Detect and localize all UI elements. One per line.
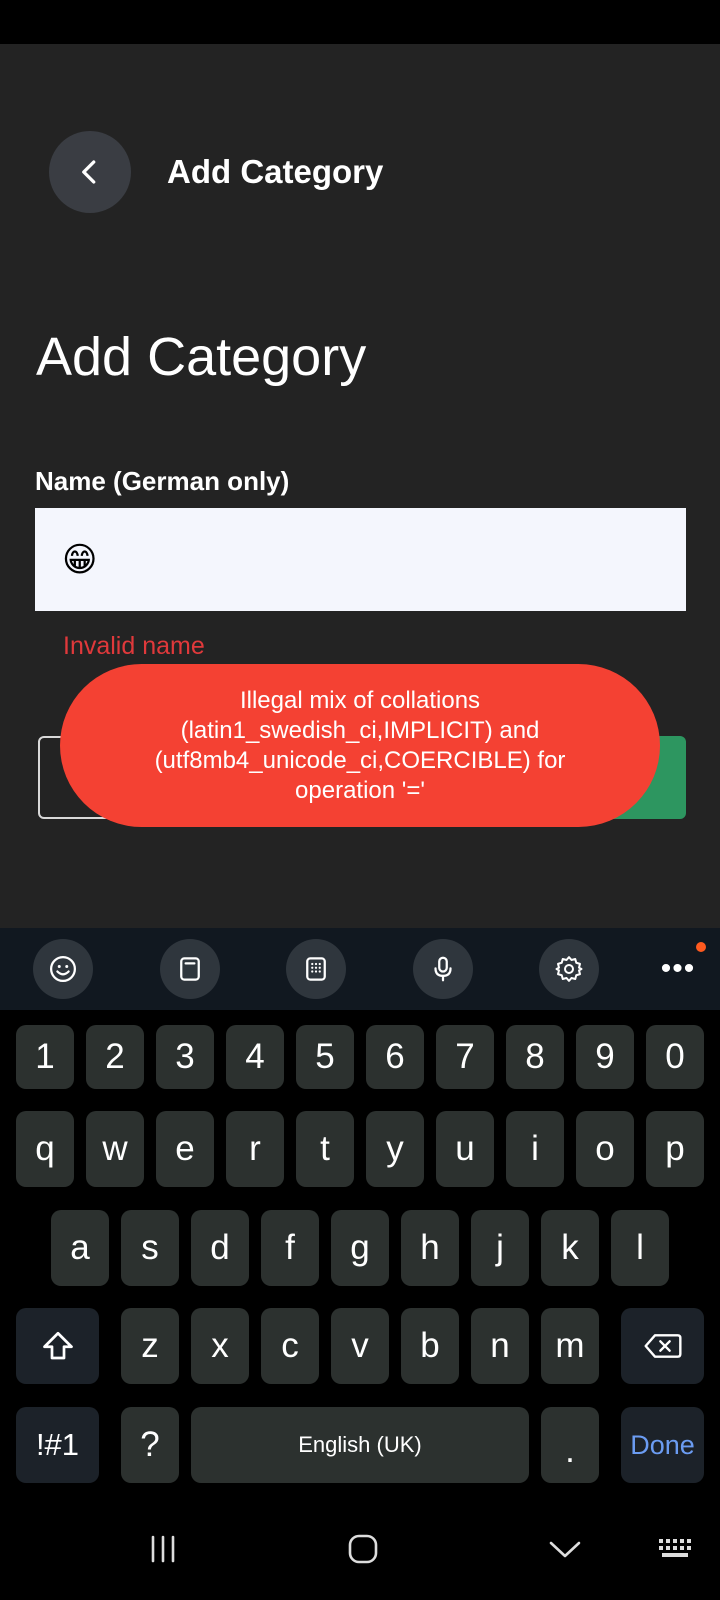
- more-button[interactable]: •••: [660, 952, 696, 985]
- back-nav-button[interactable]: [535, 1524, 595, 1574]
- key-k[interactable]: k: [541, 1210, 599, 1286]
- key-u[interactable]: u: [436, 1111, 494, 1187]
- key-c[interactable]: c: [261, 1308, 319, 1384]
- emoji-icon: [50, 956, 76, 982]
- shift-icon: [42, 1331, 73, 1360]
- key-h[interactable]: h: [401, 1210, 459, 1286]
- key-8[interactable]: 8: [506, 1025, 564, 1089]
- key-y[interactable]: y: [366, 1111, 424, 1187]
- key-n[interactable]: n: [471, 1308, 529, 1384]
- key-j[interactable]: j: [471, 1210, 529, 1286]
- key-7[interactable]: 7: [436, 1025, 494, 1089]
- question-mark-key[interactable]: ?: [121, 1407, 179, 1483]
- recent-apps-button[interactable]: [133, 1524, 193, 1574]
- keyboard: 1 2 3 4 5 6 7 8 9 0 q w e r t y u i o p …: [0, 1010, 720, 1502]
- key-z[interactable]: z: [121, 1308, 179, 1384]
- app-screen: Add Category Add Category Name (German o…: [0, 44, 720, 928]
- key-m[interactable]: m: [541, 1308, 599, 1384]
- microphone-icon: [434, 956, 452, 982]
- key-i[interactable]: i: [506, 1111, 564, 1187]
- key-g[interactable]: g: [331, 1210, 389, 1286]
- home-button[interactable]: [333, 1524, 393, 1574]
- period-key[interactable]: .: [541, 1407, 599, 1483]
- clipboard-button[interactable]: [160, 939, 220, 999]
- recent-apps-icon: [151, 1535, 175, 1563]
- key-s[interactable]: s: [121, 1210, 179, 1286]
- backspace-key[interactable]: [621, 1308, 704, 1384]
- key-f[interactable]: f: [261, 1210, 319, 1286]
- keyboard-settings-button[interactable]: [539, 939, 599, 999]
- name-field-label: Name (German only): [35, 466, 290, 496]
- home-icon: [348, 1534, 378, 1564]
- clipboard-icon: [180, 957, 200, 981]
- more-icon: •••: [660, 952, 696, 985]
- navigation-bar: [0, 1502, 720, 1600]
- space-key[interactable]: English (UK): [191, 1407, 529, 1483]
- keypad-icon: [306, 957, 326, 981]
- key-0[interactable]: 0: [646, 1025, 704, 1089]
- voice-input-button[interactable]: [413, 939, 473, 999]
- page-title: Add Category: [36, 327, 367, 387]
- key-e[interactable]: e: [156, 1111, 214, 1187]
- key-r[interactable]: r: [226, 1111, 284, 1187]
- keyboard-toolbar: •••: [0, 928, 720, 1010]
- key-l[interactable]: l: [611, 1210, 669, 1286]
- key-v[interactable]: v: [331, 1308, 389, 1384]
- keyboard-switch-button[interactable]: [652, 1524, 702, 1574]
- key-5[interactable]: 5: [296, 1025, 354, 1089]
- status-bar: [0, 0, 720, 44]
- key-d[interactable]: d: [191, 1210, 249, 1286]
- chevron-left-icon: [82, 160, 96, 184]
- done-key[interactable]: Done: [621, 1407, 704, 1483]
- notification-dot: [696, 942, 706, 952]
- error-toast-message: Illegal mix of collations (latin1_swedis…: [154, 686, 566, 804]
- key-x[interactable]: x: [191, 1308, 249, 1384]
- key-1[interactable]: 1: [16, 1025, 74, 1089]
- header-title: Add Category: [167, 153, 384, 190]
- backspace-icon: [643, 1334, 682, 1358]
- key-3[interactable]: 3: [156, 1025, 214, 1089]
- key-9[interactable]: 9: [576, 1025, 634, 1089]
- key-p[interactable]: p: [646, 1111, 704, 1187]
- key-2[interactable]: 2: [86, 1025, 144, 1089]
- name-input[interactable]: 😁: [35, 508, 686, 611]
- key-o[interactable]: o: [576, 1111, 634, 1187]
- key-t[interactable]: t: [296, 1111, 354, 1187]
- key-b[interactable]: b: [401, 1308, 459, 1384]
- name-error-message: Invalid name: [63, 632, 205, 660]
- shift-key[interactable]: [16, 1308, 99, 1384]
- key-w[interactable]: w: [86, 1111, 144, 1187]
- back-button[interactable]: [49, 131, 131, 213]
- key-6[interactable]: 6: [366, 1025, 424, 1089]
- emoji-button[interactable]: [33, 939, 93, 999]
- key-q[interactable]: q: [16, 1111, 74, 1187]
- error-toast: Illegal mix of collations (latin1_swedis…: [60, 664, 660, 827]
- settings-icon: [555, 956, 583, 982]
- key-4[interactable]: 4: [226, 1025, 284, 1089]
- symbols-key[interactable]: !#1: [16, 1407, 99, 1483]
- key-a[interactable]: a: [51, 1210, 109, 1286]
- keyboard-icon: [659, 1539, 691, 1557]
- keypad-button[interactable]: [286, 939, 346, 999]
- chevron-down-icon: [549, 1541, 581, 1558]
